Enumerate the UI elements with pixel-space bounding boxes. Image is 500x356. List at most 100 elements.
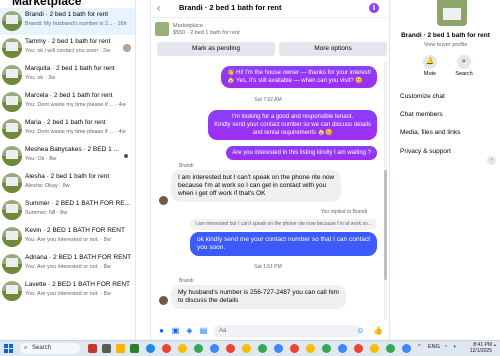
conversation-item[interactable]: Adriana · 2 BED 1 BATH FOR RENT You: Are… <box>0 251 135 278</box>
wifi-icon[interactable]: ◔ <box>444 344 447 350</box>
outgoing-reply-message[interactable]: ok kindly send me your contact number so… <box>189 232 377 256</box>
mark-as-pending-button[interactable]: Mark as pending <box>157 42 275 56</box>
listing-photo[interactable] <box>437 0 467 26</box>
taskbar-chrome-icon[interactable] <box>338 344 347 353</box>
listing-thumbnail <box>2 200 22 220</box>
conversation-preview: You: Dont waste my time please if ... · … <box>25 129 126 135</box>
microphone-icon[interactable]: ● <box>157 326 166 335</box>
message-line: ok kindly send me your contact number so… <box>196 236 370 243</box>
conversation-item[interactable]: Kevin · 2 BED 1 BATH FOR RENT You: Are y… <box>0 224 135 251</box>
like-icon[interactable]: 👍 <box>373 326 383 335</box>
conversation-item[interactable]: Tammy · 2 bed 1 bath for rent You: ok i … <box>0 35 135 62</box>
more-options-button[interactable]: More options <box>279 42 387 56</box>
conversation-item[interactable]: Marcela · 2 bed 1 bath for rent You: Don… <box>0 89 135 116</box>
sender-avatar[interactable] <box>159 196 168 205</box>
language-indicator[interactable]: ENG <box>428 344 440 350</box>
screen: Marketplace Brandi · 2 bed 1 bath for re… <box>0 0 500 356</box>
message-line: because I'm at work so I can get in cont… <box>178 182 327 189</box>
taskbar-chrome-icon[interactable] <box>226 344 235 353</box>
sender-avatar[interactable] <box>159 296 168 305</box>
conversation-preview: You: Dont waste my time please if ... · … <box>25 102 126 108</box>
conversation-list-panel: Marketplace Brandi · 2 bed 1 bath for re… <box>0 0 136 340</box>
outgoing-message[interactable]: 👋 Hi! I'm the house owner — thanks for y… <box>220 66 377 88</box>
conversation-preview: You: ok · 3w <box>25 75 56 81</box>
listing-thumbnail <box>2 227 22 247</box>
conversation-item[interactable]: Maria · 2 bed 1 bath for rent You: Dont … <box>0 116 135 143</box>
conversation-title: Lavette · 2 BED 1 BATH FOR RENT <box>25 281 130 288</box>
back-arrow-icon[interactable]: ‹ <box>157 3 160 14</box>
conversation-preview: You: Are you interested or not. · 8w <box>25 237 111 243</box>
incoming-message[interactable]: My husband's number is 256-727-2487 you … <box>171 285 346 309</box>
clock[interactable]: 8:41 PM 12/1/2025 <box>466 342 492 354</box>
privacy-support-item[interactable]: Privacy & support <box>400 148 451 155</box>
outgoing-message[interactable]: Are you interested in this listing kindl… <box>226 146 377 160</box>
info-icon[interactable]: i <box>369 3 379 13</box>
gif-icon[interactable]: ▤ <box>199 326 208 335</box>
conversation-preview: Brandi: My husband's number is 2... · 16… <box>25 21 127 27</box>
outgoing-message[interactable]: I'm looking for a good and responsible t… <box>208 110 377 140</box>
seen-avatar <box>123 44 131 52</box>
taskbar-chrome-icon[interactable] <box>322 344 331 353</box>
conversation-item[interactable]: Marquita · 2 bed 1 bath for rent You: ok… <box>0 62 135 89</box>
listing-thumbnail <box>2 11 22 31</box>
taskbar-chrome-icon[interactable] <box>258 344 267 353</box>
taskbar-chrome-icon[interactable] <box>178 344 187 353</box>
volume-icon[interactable]: ◖ <box>453 344 456 350</box>
listing-thumbnail <box>2 254 22 274</box>
conversation-title: Brandi · 2 bed 1 bath for rent <box>25 11 109 18</box>
conversation-item[interactable]: Lavette · 2 BED 1 BATH FOR RENT You: Are… <box>0 278 135 305</box>
chevron-right-icon[interactable]: › <box>487 156 496 165</box>
taskbar-chrome-icon[interactable] <box>242 344 251 353</box>
message-thread: 👋 Hi! I'm the house owner — thanks for y… <box>151 62 385 320</box>
incoming-message[interactable]: I am interested but I can't speak on the… <box>171 170 342 202</box>
photo-icon[interactable]: ▣ <box>171 326 180 335</box>
sidebar-header: Marketplace <box>12 0 82 8</box>
taskbar-chrome-icon[interactable] <box>306 344 315 353</box>
conversation-title: Marcela · 2 bed 1 bath for rent <box>25 92 113 99</box>
marketplace-listing-bar: Marketplace $550 · 2 bed 1 bath for rent… <box>155 20 387 60</box>
taskbar-chrome-icon[interactable] <box>386 344 395 353</box>
media-files-links-item[interactable]: Media, files and links <box>400 129 460 136</box>
conversation-list: Brandi · 2 bed 1 bath for rent Brandi: M… <box>0 8 135 305</box>
conversation-item[interactable]: Alesha · 2 bed 1 bath for rent Alesha: O… <box>0 170 135 197</box>
listing-thumbnail[interactable] <box>155 22 169 36</box>
conversation-preview: You: ok i will contact you soon · 2w <box>25 48 111 54</box>
taskbar-chrome-icon[interactable] <box>194 344 203 353</box>
taskbar-chrome-icon[interactable] <box>370 344 379 353</box>
quoted-message[interactable]: I am interested but I can't speak on the… <box>190 219 377 230</box>
taskbar-edge-icon[interactable] <box>146 344 155 353</box>
emoji-icon[interactable]: ☺ <box>356 326 365 335</box>
listing-price: $550 · 2 bed 1 bath for rent <box>173 30 240 36</box>
taskbar-app-icon[interactable] <box>130 344 139 353</box>
chat-title[interactable]: Brandi · 2 bed 1 bath for rent <box>179 3 282 12</box>
start-button-icon[interactable] <box>4 344 13 353</box>
chat-header: ‹ Brandi · 2 bed 1 bath for rent i <box>151 0 391 18</box>
taskbar-search-box[interactable]: ⌕ Search <box>20 343 80 354</box>
sticker-icon[interactable]: ◈ <box>185 326 194 335</box>
message-line: to discuss the details <box>178 297 239 304</box>
conversation-title: Maria · 2 bed 1 bath for rent <box>25 119 106 126</box>
scrollbar-thumb[interactable] <box>384 170 387 280</box>
search-icon[interactable]: ⌕ <box>457 55 471 69</box>
taskbar-chrome-icon[interactable] <box>354 344 363 353</box>
mute-bell-icon[interactable]: 🔔 <box>423 55 437 69</box>
message-line: Kindly send your contact number so we ca… <box>214 122 371 128</box>
taskbar-app-icon[interactable] <box>88 344 97 353</box>
taskbar-chrome-icon[interactable] <box>210 344 219 353</box>
customize-chat-item[interactable]: Customize chat <box>400 93 445 100</box>
taskbar-chrome-icon[interactable] <box>162 344 171 353</box>
view-buyer-profile-link[interactable]: View buyer profile <box>391 42 500 48</box>
chat-members-item[interactable]: Chat members <box>400 111 443 118</box>
taskbar-chrome-icon[interactable] <box>290 344 299 353</box>
tray-chevron-icon[interactable]: ^ <box>418 344 421 350</box>
taskbar-folder-icon[interactable] <box>116 344 125 353</box>
message-input[interactable]: Aa <box>213 325 361 337</box>
chat-panel: ‹ Brandi · 2 bed 1 bath for rent i Marke… <box>150 0 391 340</box>
taskbar-chrome-icon[interactable] <box>274 344 283 353</box>
conversation-item[interactable]: Summer · 2 BED 1 BATH FOR RE... Summer: … <box>0 197 135 224</box>
notification-icon[interactable]: ▪ <box>494 343 496 349</box>
conversation-item[interactable]: Meshea Babycakes · 2 BED 1 ... You: Ok ·… <box>0 143 135 170</box>
conversation-item[interactable]: Brandi · 2 bed 1 bath for rent Brandi: M… <box>0 8 135 35</box>
taskbar-chrome-icon[interactable] <box>402 344 411 353</box>
taskbar-app-icon[interactable] <box>102 344 111 353</box>
